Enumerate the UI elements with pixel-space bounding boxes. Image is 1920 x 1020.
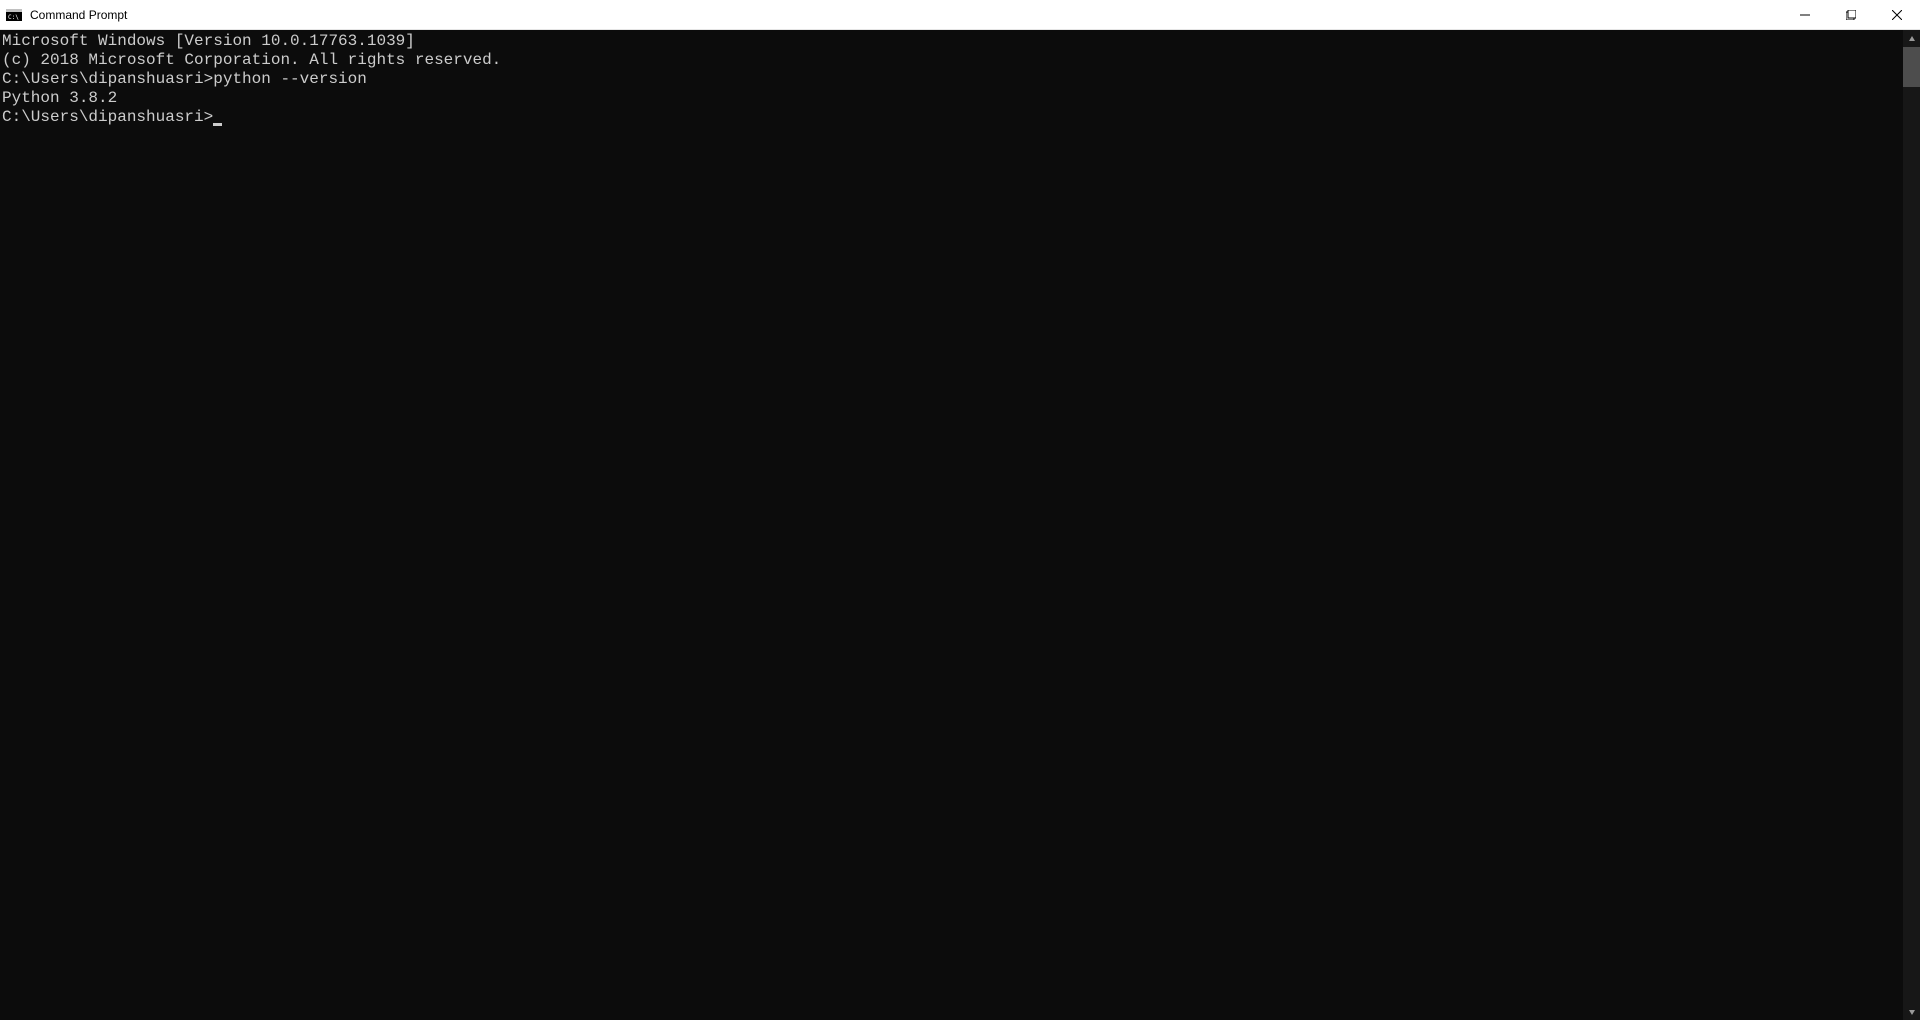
terminal-line: Python 3.8.2	[2, 89, 1903, 108]
minimize-button[interactable]	[1782, 0, 1828, 29]
terminal-current-line: C:\Users\dipanshuasri>	[2, 108, 1903, 127]
content-area: Microsoft Windows [Version 10.0.17763.10…	[0, 30, 1920, 1020]
terminal-output[interactable]: Microsoft Windows [Version 10.0.17763.10…	[0, 30, 1903, 1020]
scroll-up-button[interactable]	[1903, 30, 1920, 47]
titlebar[interactable]: C:\ Command Prompt	[0, 0, 1920, 30]
scroll-down-button[interactable]	[1903, 1003, 1920, 1020]
titlebar-left: C:\ Command Prompt	[0, 7, 127, 23]
terminal-prompt: C:\Users\dipanshuasri>	[2, 108, 213, 126]
terminal-line: (c) 2018 Microsoft Corporation. All righ…	[2, 51, 1903, 70]
close-button[interactable]	[1874, 0, 1920, 29]
window-title: Command Prompt	[30, 8, 127, 22]
command-prompt-window: C:\ Command Prompt	[0, 0, 1920, 1020]
scrollbar-track[interactable]	[1903, 47, 1920, 1003]
scrollbar-thumb[interactable]	[1903, 47, 1920, 87]
app-icon: C:\	[6, 7, 22, 23]
maximize-button[interactable]	[1828, 0, 1874, 29]
svg-text:C:\: C:\	[8, 14, 19, 21]
terminal-line: Microsoft Windows [Version 10.0.17763.10…	[2, 32, 1903, 51]
terminal-line: C:\Users\dipanshuasri>python --version	[2, 70, 1903, 89]
cursor-icon	[213, 123, 222, 126]
vertical-scrollbar[interactable]	[1903, 30, 1920, 1020]
window-controls	[1782, 0, 1920, 29]
